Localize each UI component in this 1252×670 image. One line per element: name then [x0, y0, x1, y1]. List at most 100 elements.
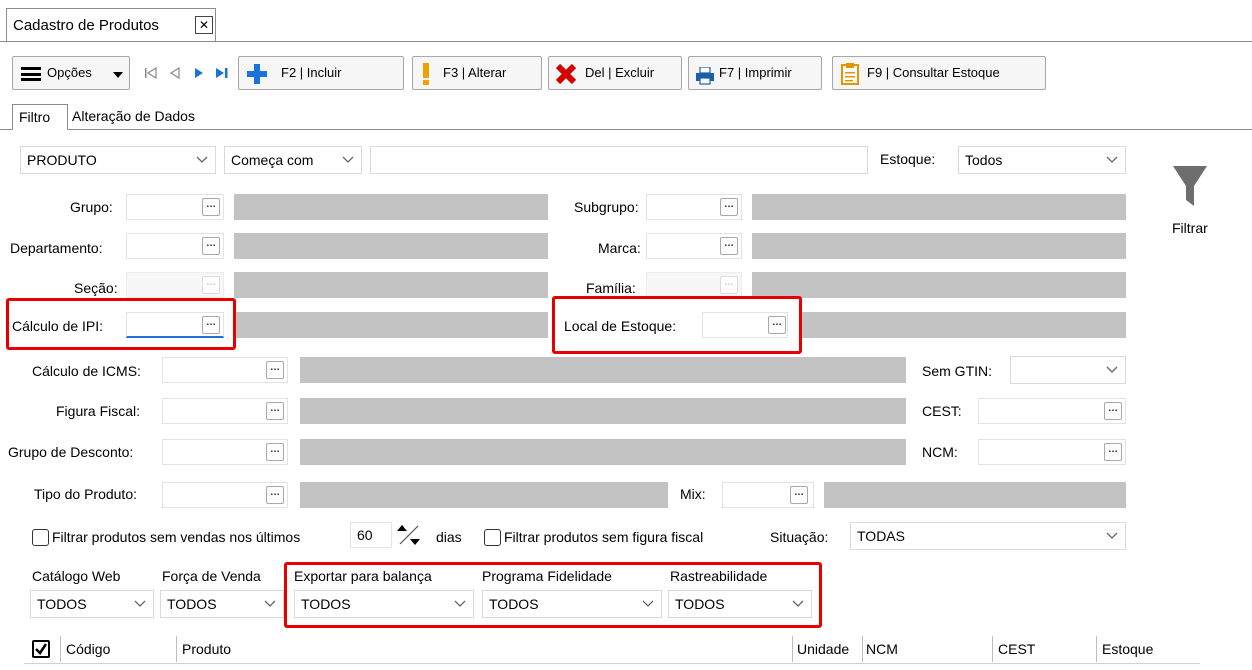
catalogo-web-label: Catálogo Web	[32, 568, 121, 584]
col-unidade[interactable]: Unidade	[797, 636, 849, 662]
grid-separator	[792, 636, 793, 662]
grid-separator	[862, 636, 863, 662]
tipo-produto-lookup-button[interactable]: …	[266, 486, 284, 504]
alter-button[interactable]: F3 | Alterar	[412, 56, 542, 90]
mix-label: Mix:	[680, 486, 706, 502]
calculo-icms-label: Cálculo de ICMS:	[32, 363, 141, 379]
exclamation-icon	[423, 63, 429, 85]
col-cest[interactable]: CEST	[998, 636, 1035, 662]
printer-icon	[695, 65, 715, 85]
days-label: dias	[436, 529, 462, 545]
document-tab-title: Cadastro de Produtos	[13, 17, 159, 34]
plus-icon	[247, 64, 267, 84]
forca-venda-select[interactable]: TODOS	[160, 590, 284, 618]
sem-gtin-label: Sem GTIN:	[922, 363, 993, 379]
no-fiscal-figure-checkbox[interactable]	[484, 529, 501, 546]
familia-label: Família:	[586, 280, 636, 296]
select-all-checkbox-icon[interactable]	[32, 640, 50, 658]
chevron-down-icon	[1106, 532, 1118, 539]
grid-separator	[992, 636, 993, 662]
col-codigo[interactable]: Código	[66, 636, 110, 662]
prev-record-icon[interactable]	[168, 66, 182, 80]
calculo-ipi-highlight	[6, 298, 236, 350]
secao-description	[234, 272, 548, 298]
calculo-icms-lookup-button[interactable]: …	[266, 361, 284, 379]
print-label: F7 | Imprimir	[719, 65, 792, 80]
catalogo-web-value: TODOS	[37, 596, 87, 612]
estoque-select[interactable]: Todos	[958, 146, 1126, 174]
grid-separator	[60, 636, 61, 662]
options-button[interactable]: Opções	[12, 56, 130, 90]
grupo-desconto-description	[300, 439, 906, 465]
mix-lookup-button[interactable]: …	[790, 486, 808, 504]
close-icon[interactable]: ✕	[195, 16, 213, 34]
grupo-desconto-lookup-button[interactable]: …	[266, 443, 284, 461]
subgrupo-description	[752, 194, 1126, 220]
no-sales-checkbox[interactable]	[32, 529, 49, 546]
departamento-lookup-button[interactable]: …	[202, 237, 220, 255]
chevron-down-icon	[342, 156, 354, 163]
options-label: Opções	[47, 65, 92, 80]
tab-baseline	[0, 41, 1252, 42]
filter-button[interactable]: Filtrar	[1166, 164, 1222, 240]
cest-lookup-button[interactable]: …	[1104, 402, 1122, 420]
situacao-select-value: TODAS	[857, 528, 905, 544]
red-x-icon	[555, 63, 577, 85]
situacao-select[interactable]: TODAS	[850, 522, 1126, 550]
delete-label: Del | Excluir	[585, 65, 655, 80]
chevron-down-icon	[1106, 366, 1118, 373]
figura-fiscal-lookup-button[interactable]: …	[266, 402, 284, 420]
delete-button[interactable]: Del | Excluir	[548, 56, 682, 90]
subgrupo-label: Subgrupo:	[574, 199, 639, 215]
col-ncm[interactable]: NCM	[866, 636, 898, 662]
forca-venda-label: Força de Venda	[162, 568, 261, 584]
document-tab[interactable]: Cadastro de Produtos ✕	[6, 8, 216, 42]
first-record-icon[interactable]	[144, 66, 158, 80]
tab-filtro[interactable]: Filtro	[12, 104, 68, 130]
no-sales-label: Filtrar produtos sem vendas nos últimos	[52, 529, 301, 545]
chevron-down-icon	[264, 600, 276, 607]
chevron-down-icon	[134, 600, 146, 607]
grupo-desconto-label: Grupo de Desconto:	[8, 444, 134, 460]
menu-icon	[21, 67, 41, 81]
tab-alteracao-dados[interactable]: Alteração de Dados	[72, 104, 232, 130]
chevron-down-icon	[1106, 156, 1118, 163]
mode-select[interactable]: Começa com	[224, 146, 362, 174]
days-spinner-icon[interactable]	[396, 522, 422, 548]
days-input[interactable]: 60	[350, 522, 392, 548]
cest-label: CEST:	[922, 403, 962, 419]
next-record-icon[interactable]	[192, 66, 206, 80]
include-button[interactable]: F2 | Incluir	[238, 56, 404, 90]
estoque-select-value: Todos	[965, 152, 1003, 168]
catalogo-web-select[interactable]: TODOS	[30, 590, 154, 618]
marca-label: Marca:	[598, 240, 641, 256]
stock-query-button[interactable]: F9 | Consultar Estoque	[832, 56, 1046, 90]
marca-lookup-button[interactable]: …	[720, 237, 738, 255]
mode-select-value: Começa com	[231, 152, 314, 168]
last-record-icon[interactable]	[214, 66, 230, 80]
field-select-value: PRODUTO	[27, 152, 97, 168]
tipo-produto-label: Tipo do Produto:	[34, 486, 137, 502]
departamento-description	[234, 233, 548, 259]
no-fiscal-figure-label: Filtrar produtos sem figura fiscal	[504, 529, 704, 545]
grupo-lookup-button[interactable]: …	[202, 198, 220, 216]
grupo-label: Grupo:	[70, 199, 113, 215]
ncm-lookup-button[interactable]: …	[1104, 443, 1122, 461]
subgrupo-lookup-button[interactable]: …	[720, 198, 738, 216]
local-estoque-description	[800, 312, 1126, 338]
field-select[interactable]: PRODUTO	[20, 146, 216, 174]
tab-alteracao-label: Alteração de Dados	[72, 108, 195, 124]
sem-gtin-select[interactable]	[1010, 356, 1126, 384]
local-estoque-highlight	[552, 296, 802, 354]
tab-filtro-label: Filtro	[19, 109, 51, 125]
calculo-ipi-description	[234, 312, 548, 338]
chevron-down-icon	[196, 156, 208, 163]
dropdowns-highlight	[284, 562, 822, 628]
search-input[interactable]	[370, 146, 868, 174]
print-button[interactable]: F7 | Imprimir	[688, 56, 822, 90]
filter-button-label: Filtrar	[1172, 220, 1208, 236]
tipo-produto-description	[300, 482, 668, 508]
mix-description	[824, 482, 1126, 508]
col-estoque[interactable]: Estoque	[1102, 636, 1153, 662]
col-produto[interactable]: Produto	[182, 636, 231, 662]
